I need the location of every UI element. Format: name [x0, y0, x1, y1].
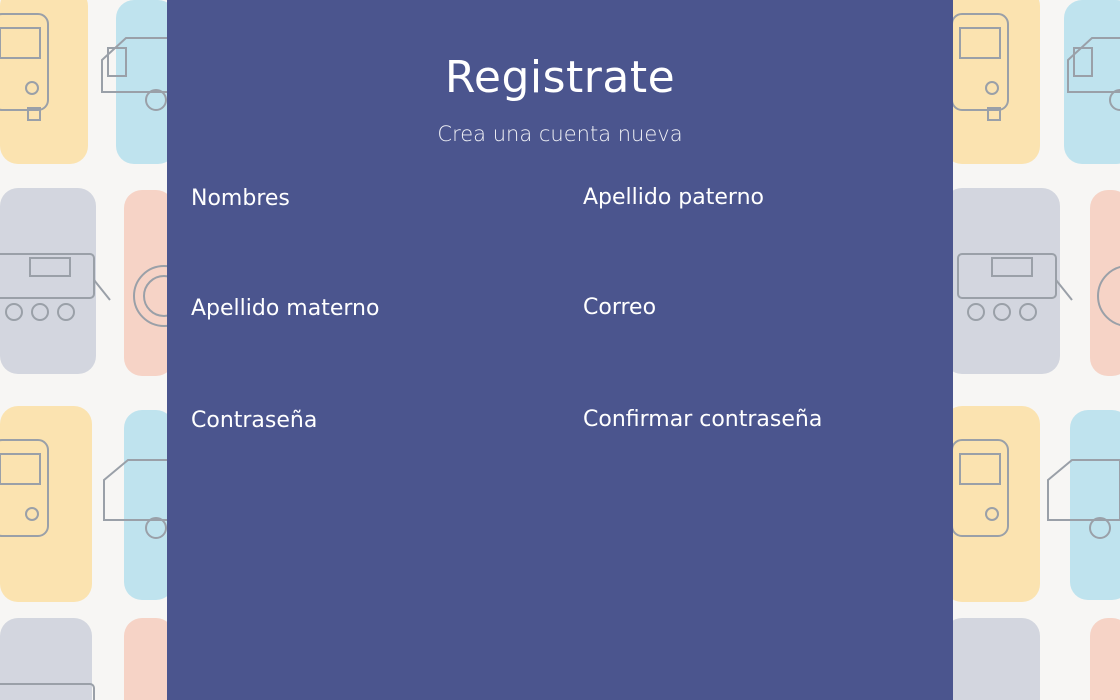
apellido-paterno-field: Apellido paterno: [583, 185, 943, 275]
train-icon: [0, 188, 111, 374]
apellido-materno-field: Apellido materno: [191, 296, 551, 386]
register-page: Registrate Crea una cuenta nueva Nombres…: [0, 0, 1120, 700]
contrasena-label: Contraseña: [191, 408, 318, 433]
train-icon: [944, 188, 1073, 374]
nombres-field: Nombres: [191, 186, 551, 276]
wheel-icon: [1090, 190, 1120, 376]
correo-input[interactable]: [583, 330, 917, 366]
contrasena-input[interactable]: [191, 443, 525, 479]
confirmar-contrasena-field: Confirmar contraseña: [583, 407, 943, 497]
bus-icon: [0, 406, 92, 602]
nombres-input[interactable]: [191, 221, 525, 257]
van-icon: [1064, 0, 1120, 164]
register-panel: Registrate Crea una cuenta nueva Nombres…: [167, 0, 953, 700]
train-icon: [944, 618, 1040, 700]
apellido-paterno-input[interactable]: [583, 220, 917, 256]
correo-label: Correo: [583, 295, 657, 320]
nombres-label: Nombres: [191, 186, 290, 211]
van-icon: [1047, 410, 1120, 600]
train-icon: [0, 618, 95, 700]
confirmar-contrasena-label: Confirmar contraseña: [583, 407, 823, 432]
bus-icon: [0, 0, 88, 164]
apellido-paterno-label: Apellido paterno: [583, 185, 764, 210]
confirmar-contrasena-input[interactable]: [583, 442, 917, 478]
page-title: Registrate: [444, 52, 676, 103]
bus-icon: [944, 0, 1040, 164]
contrasena-field: Contraseña: [191, 408, 551, 498]
wheel-icon: [1090, 618, 1120, 700]
bus-icon: [944, 406, 1040, 602]
correo-field: Correo: [583, 295, 943, 385]
apellido-materno-label: Apellido materno: [191, 296, 380, 321]
page-subtitle: Crea una cuenta nueva: [437, 122, 683, 146]
apellido-materno-input[interactable]: [191, 331, 525, 367]
